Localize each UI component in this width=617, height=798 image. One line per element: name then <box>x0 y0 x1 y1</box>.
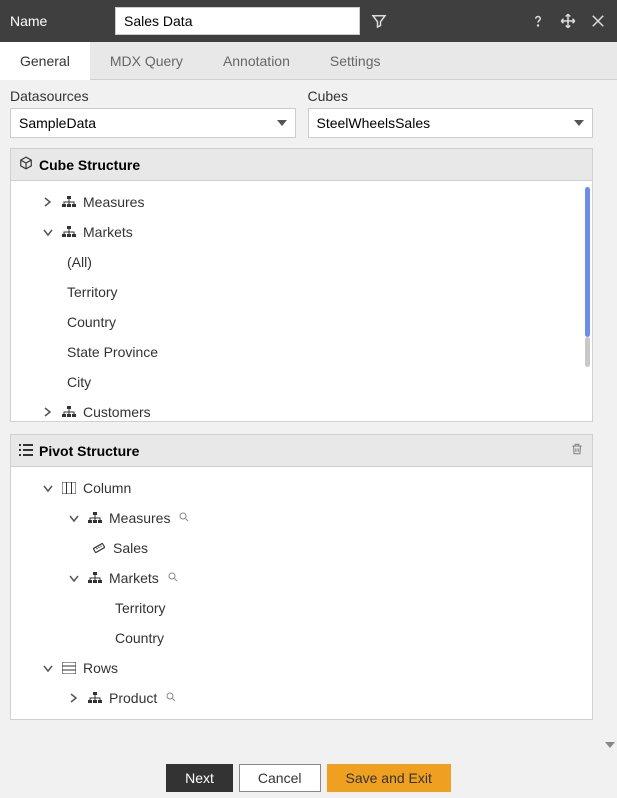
cubes-select[interactable]: SteelWheelsSales <box>308 108 594 138</box>
tree-label: Measures <box>83 194 144 210</box>
tree-leaf[interactable]: (All) <box>11 247 592 277</box>
tree-leaf[interactable]: Country <box>11 623 592 653</box>
cubes-group: Cubes SteelWheelsSales <box>308 88 594 138</box>
tree-label: Product <box>109 690 157 706</box>
pivot-structure-header: Pivot Structure <box>11 435 592 467</box>
pivot-structure-title: Pivot Structure <box>39 443 139 459</box>
tree-label: Territory <box>115 600 166 616</box>
tree-label: State Province <box>67 344 158 360</box>
scrollbar-thumb[interactable] <box>585 187 590 337</box>
tree-label: Customers <box>83 404 151 420</box>
chevron-down-icon <box>67 513 81 523</box>
hierarchy-icon <box>87 512 103 524</box>
pivot-product-node[interactable]: Product <box>11 683 592 713</box>
chevron-down-icon <box>574 120 584 126</box>
cube-structure-title: Cube Structure <box>39 157 140 173</box>
help-icon[interactable] <box>529 12 547 30</box>
tree-label: Country <box>67 314 116 330</box>
tab-settings[interactable]: Settings <box>310 42 401 80</box>
scrollbar-thumb-secondary[interactable] <box>585 337 590 367</box>
chevron-down-icon <box>41 663 55 673</box>
pivot-sales-leaf[interactable]: Sales <box>11 533 592 563</box>
cancel-button[interactable]: Cancel <box>239 764 321 792</box>
search-icon[interactable] <box>167 571 179 586</box>
hierarchy-icon <box>61 226 77 238</box>
tree-label: Measures <box>109 510 170 526</box>
pivot-structure-body: Column Measures Sales Markets <box>11 467 592 719</box>
footer-bar: Next Cancel Save and Exit <box>0 758 617 798</box>
datasources-group: Datasources SampleData <box>10 88 296 138</box>
next-button[interactable]: Next <box>166 764 233 792</box>
name-label: Name <box>10 13 105 29</box>
tree-leaf[interactable]: Country <box>11 307 592 337</box>
list-icon <box>19 443 33 459</box>
name-input[interactable] <box>115 7 360 35</box>
hierarchy-icon <box>61 196 77 208</box>
search-icon[interactable] <box>178 511 190 526</box>
pivot-rows-node[interactable]: Rows <box>11 653 592 683</box>
chevron-right-icon <box>41 197 55 207</box>
scroll-down-icon[interactable] <box>605 742 615 748</box>
hierarchy-icon <box>61 406 77 418</box>
tab-general[interactable]: General <box>0 42 90 80</box>
close-icon[interactable] <box>589 12 607 30</box>
tab-bar: General MDX Query Annotation Settings <box>0 42 617 80</box>
trash-icon[interactable] <box>570 442 584 459</box>
tree-label: Column <box>83 480 131 496</box>
pivot-column-node[interactable]: Column <box>11 473 592 503</box>
chevron-down-icon <box>41 227 55 237</box>
datasources-value: SampleData <box>19 115 96 131</box>
cube-structure-body: Measures Markets (All) Territory Country… <box>11 181 592 421</box>
chevron-down-icon <box>41 483 55 493</box>
tree-label: Rows <box>83 660 118 676</box>
pivot-markets-node[interactable]: Markets <box>11 563 592 593</box>
header-actions <box>529 12 607 30</box>
scrollbar-track[interactable] <box>585 187 590 407</box>
hierarchy-icon <box>87 572 103 584</box>
tree-leaf[interactable]: City <box>11 367 592 397</box>
cube-icon <box>19 156 33 173</box>
chevron-right-icon <box>41 407 55 417</box>
cube-structure-panel: Cube Structure Measures Markets (All <box>10 148 593 422</box>
header-bar: Name <box>0 0 617 42</box>
cube-structure-header: Cube Structure <box>11 149 592 181</box>
filter-icon[interactable] <box>370 12 388 30</box>
content-area: Datasources SampleData Cubes SteelWheels… <box>0 80 617 758</box>
tree-node-measures[interactable]: Measures <box>11 187 592 217</box>
chevron-down-icon <box>67 573 81 583</box>
tree-label: Sales <box>113 540 148 556</box>
chevron-down-icon <box>277 120 287 126</box>
tab-mdx-query[interactable]: MDX Query <box>90 42 203 80</box>
pivot-structure-panel: Pivot Structure Column Measures <box>10 434 593 720</box>
save-and-exit-button[interactable]: Save and Exit <box>327 764 451 792</box>
cubes-label: Cubes <box>308 88 594 104</box>
tree-leaf[interactable]: State Province <box>11 337 592 367</box>
tree-label: City <box>67 374 91 390</box>
tree-leaf[interactable]: Territory <box>11 593 592 623</box>
tree-leaf[interactable]: Territory <box>11 277 592 307</box>
tree-label: Country <box>115 630 164 646</box>
datasources-select[interactable]: SampleData <box>10 108 296 138</box>
selects-row: Datasources SampleData Cubes SteelWheels… <box>10 88 593 138</box>
hierarchy-icon <box>87 692 103 704</box>
tree-node-customers[interactable]: Customers <box>11 397 592 421</box>
search-icon[interactable] <box>165 691 177 706</box>
datasources-label: Datasources <box>10 88 296 104</box>
tab-annotation[interactable]: Annotation <box>203 42 310 80</box>
column-icon <box>61 482 77 494</box>
chevron-right-icon <box>67 693 81 703</box>
move-icon[interactable] <box>559 12 577 30</box>
cubes-value: SteelWheelsSales <box>317 115 431 131</box>
tree-node-markets[interactable]: Markets <box>11 217 592 247</box>
tree-label: Markets <box>83 224 133 240</box>
pivot-measures-node[interactable]: Measures <box>11 503 592 533</box>
content-scrollbar[interactable] <box>603 80 617 758</box>
tree-label: Markets <box>109 570 159 586</box>
tree-label: Territory <box>67 284 118 300</box>
tree-label: (All) <box>67 254 92 270</box>
rows-icon <box>61 662 77 674</box>
measure-icon <box>91 541 107 555</box>
